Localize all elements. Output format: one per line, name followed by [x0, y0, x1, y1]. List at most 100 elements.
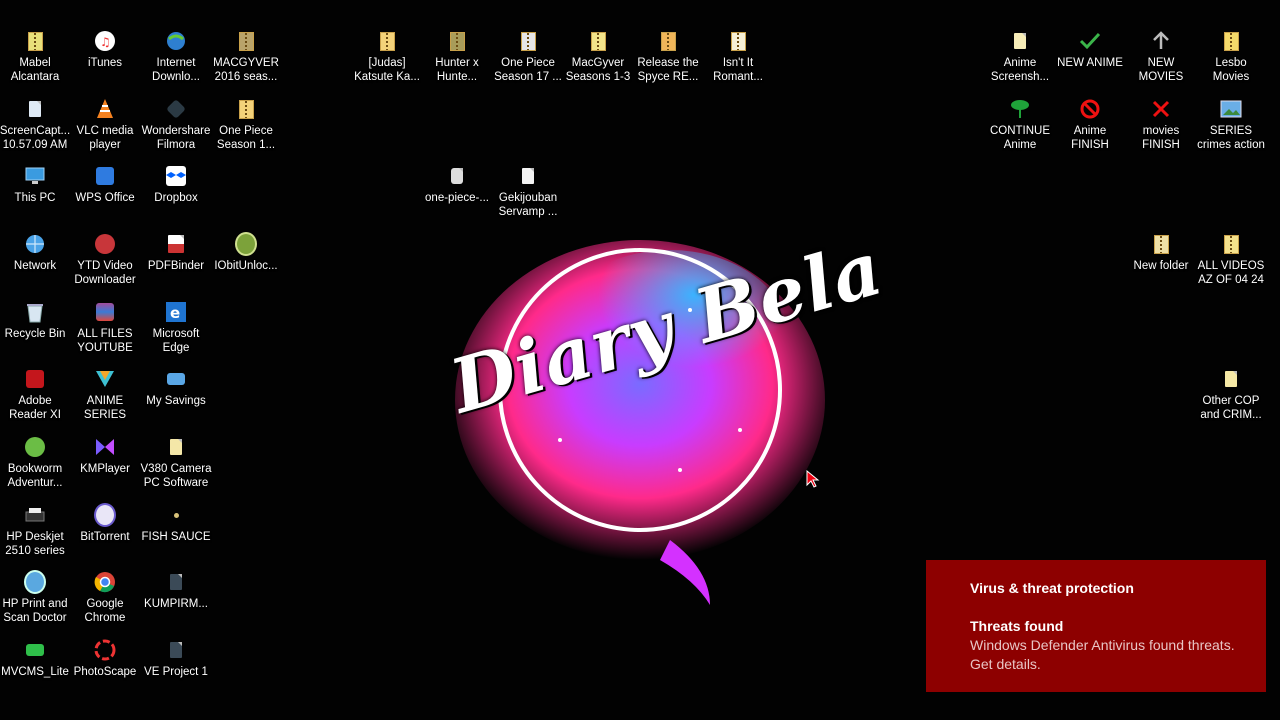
up-arrow-icon: [1150, 30, 1172, 52]
desktop-icon-dropbox[interactable]: Dropbox: [140, 163, 212, 205]
filmora-icon: [165, 98, 187, 120]
mouse-cursor-icon: [806, 470, 820, 488]
vlc-cone-icon: [94, 98, 116, 120]
desktop-icon-anime-screenshots[interactable]: Anime Screensh...: [984, 28, 1056, 84]
mvcms-icon: [24, 639, 46, 661]
desktop-icon-fish-sauce[interactable]: FISH SAUCE: [140, 502, 212, 544]
zip-icon: [24, 30, 46, 52]
desktop-icon-isnt-it-romantic[interactable]: Isn't It Romant...: [702, 28, 774, 84]
desktop-icon-hp-print-scan[interactable]: HP Print and Scan Doctor: [0, 569, 71, 625]
itunes-icon: ♫: [94, 30, 116, 52]
photoscape-icon: [94, 639, 116, 661]
idm-globe-icon: [165, 30, 187, 52]
desktop-icon-network[interactable]: Network: [0, 231, 71, 273]
desktop-icon-pdfbinder[interactable]: PDFBinder: [140, 231, 212, 273]
desktop-icon-wondershare-filmora[interactable]: Wondershare Filmora: [140, 96, 212, 152]
bookworm-icon: [24, 436, 46, 458]
zip-icon: [517, 30, 539, 52]
desktop-icon-wps-office[interactable]: WPS Office: [69, 163, 141, 205]
desktop-icon-v380-camera[interactable]: V380 Camera PC Software: [140, 434, 212, 490]
desktop-icon-movies-finish[interactable]: movies FINISH: [1125, 96, 1197, 152]
video-file-icon: [165, 571, 187, 593]
toast-heading: Threats found: [970, 618, 1064, 634]
desktop-icon-anime-finish[interactable]: Anime FINISH: [1054, 96, 1126, 152]
desktop-icon-itunes[interactable]: ♫ iTunes: [69, 28, 141, 70]
folder-icon: [1009, 30, 1031, 52]
desktop-icon-adobe-reader[interactable]: Adobe Reader XI: [0, 366, 71, 422]
desktop-icon-new-folder[interactable]: New folder: [1125, 231, 1197, 273]
desktop-icon-hp-deskjet[interactable]: HP Deskjet 2510 series: [0, 502, 71, 558]
zip-icon: [446, 30, 468, 52]
ytd-icon: [94, 233, 116, 255]
desktop-icon-gekijouban-servamp[interactable]: Gekijouban Servamp ...: [492, 163, 564, 219]
video-file-icon: [165, 639, 187, 661]
desktop-icon-microsoft-edge[interactable]: e Microsoft Edge: [140, 299, 212, 355]
desktop-icon-continue-anime[interactable]: CONTINUE Anime: [984, 96, 1056, 152]
svg-text:♫: ♫: [100, 35, 111, 49]
desktop[interactable]: Mabel Alcantara ScreenCapt... 10.57.09 A…: [0, 0, 1280, 720]
desktop-icon-one-piece-file[interactable]: one-piece-...: [421, 163, 493, 205]
desktop-icon-my-savings[interactable]: My Savings: [140, 366, 212, 408]
defender-notification-toast[interactable]: Virus & threat protection Threats found …: [926, 560, 1266, 692]
desktop-icon-mabel-alcantara[interactable]: Mabel Alcantara: [0, 28, 71, 84]
printer-icon: [24, 504, 46, 526]
desktop-icon-screencapture[interactable]: ScreenCapt... 10.57.09 AM: [0, 96, 71, 152]
desktop-icon-all-files-youtube[interactable]: ALL FILES YOUTUBE: [69, 299, 141, 355]
kmplayer-icon: [94, 436, 116, 458]
desktop-icon-google-chrome[interactable]: Google Chrome: [69, 569, 141, 625]
desktop-icon-iobit-unlocker[interactable]: IObitUnloc...: [210, 231, 282, 273]
desktop-icon-release-the-spyce[interactable]: Release the Spyce RE...: [632, 28, 704, 84]
desktop-icon-all-videos[interactable]: ALL VIDEOS AZ OF 04 24: [1195, 231, 1267, 287]
winrar-icon: [94, 301, 116, 323]
desktop-icon-kumpirm[interactable]: KUMPIRM...: [140, 569, 212, 611]
desktop-icon-vlc[interactable]: VLC media player: [69, 96, 141, 152]
svg-text:e: e: [170, 304, 180, 322]
desktop-icon-ve-project[interactable]: VE Project 1: [140, 637, 212, 679]
dropbox-icon: [165, 165, 187, 187]
folder-icon: [1220, 30, 1242, 52]
toast-body: Windows Defender Antivirus found threats…: [970, 637, 1235, 672]
desktop-icon-mvcms[interactable]: MVCMS_Lite: [0, 637, 71, 679]
iobit-icon: [235, 232, 257, 256]
recycle-bin-icon: [24, 301, 46, 323]
wps-office-icon: [94, 165, 116, 187]
desktop-icon-recycle-bin[interactable]: Recycle Bin: [0, 299, 71, 341]
savings-app-icon: [165, 368, 187, 390]
tree-icon: [1009, 98, 1031, 120]
zip-icon: [727, 30, 749, 52]
desktop-icon-other-cop[interactable]: Other COP and CRIM...: [1195, 366, 1267, 422]
bittorrent-icon: [94, 503, 116, 527]
desktop-icon-macgyver-seasons[interactable]: MacGyver Seasons 1-3: [562, 28, 634, 84]
desktop-icon-kmplayer[interactable]: KMPlayer: [69, 434, 141, 476]
desktop-icon-ytd[interactable]: YTD Video Downloader: [69, 231, 141, 287]
zip-icon: [235, 98, 257, 120]
desktop-icon-one-piece-season-17[interactable]: One Piece Season 17 ...: [492, 28, 564, 84]
desktop-icon-series-crimes[interactable]: SERIES crimes action: [1195, 96, 1267, 152]
zip-icon: [376, 30, 398, 52]
desktop-icon-photoscape[interactable]: PhotoScape: [69, 637, 141, 679]
desktop-icon-internet-download[interactable]: Internet Downlo...: [140, 28, 212, 84]
file-icon: [446, 165, 468, 187]
desktop-icon-anime-series[interactable]: ANIME SERIES: [69, 366, 141, 422]
shortcut-file-icon: [165, 436, 187, 458]
desktop-icon-bookworm[interactable]: Bookworm Adventur...: [0, 434, 71, 490]
app-icon: [94, 368, 116, 390]
folder-icon: [1220, 233, 1242, 255]
small-file-icon: [165, 504, 187, 526]
computer-icon: [24, 165, 46, 187]
desktop-icon-lesbo-movies[interactable]: Lesbo Movies: [1195, 28, 1267, 84]
desktop-icon-new-movies[interactable]: NEW MOVIES: [1125, 28, 1197, 84]
desktop-icon-one-piece-season-1[interactable]: One Piece Season 1...: [210, 96, 282, 152]
pdf-icon: [165, 233, 187, 255]
toast-title: Virus & threat protection: [970, 580, 1134, 596]
desktop-icon-this-pc[interactable]: This PC: [0, 163, 71, 205]
desktop-icon-hunter-x-hunter[interactable]: Hunter x Hunte...: [421, 28, 493, 84]
chrome-icon: [94, 571, 116, 593]
network-icon: [24, 233, 46, 255]
desktop-icon-macgyver-2016[interactable]: MACGYVER 2016 seas...: [210, 28, 282, 84]
zip-icon: [657, 30, 679, 52]
desktop-icon-bittorrent[interactable]: BitTorrent: [69, 502, 141, 544]
desktop-icon-judas[interactable]: [Judas] Katsute Ka...: [351, 28, 423, 84]
desktop-icon-new-anime[interactable]: NEW ANIME: [1054, 28, 1126, 70]
folder-icon: [1150, 233, 1172, 255]
